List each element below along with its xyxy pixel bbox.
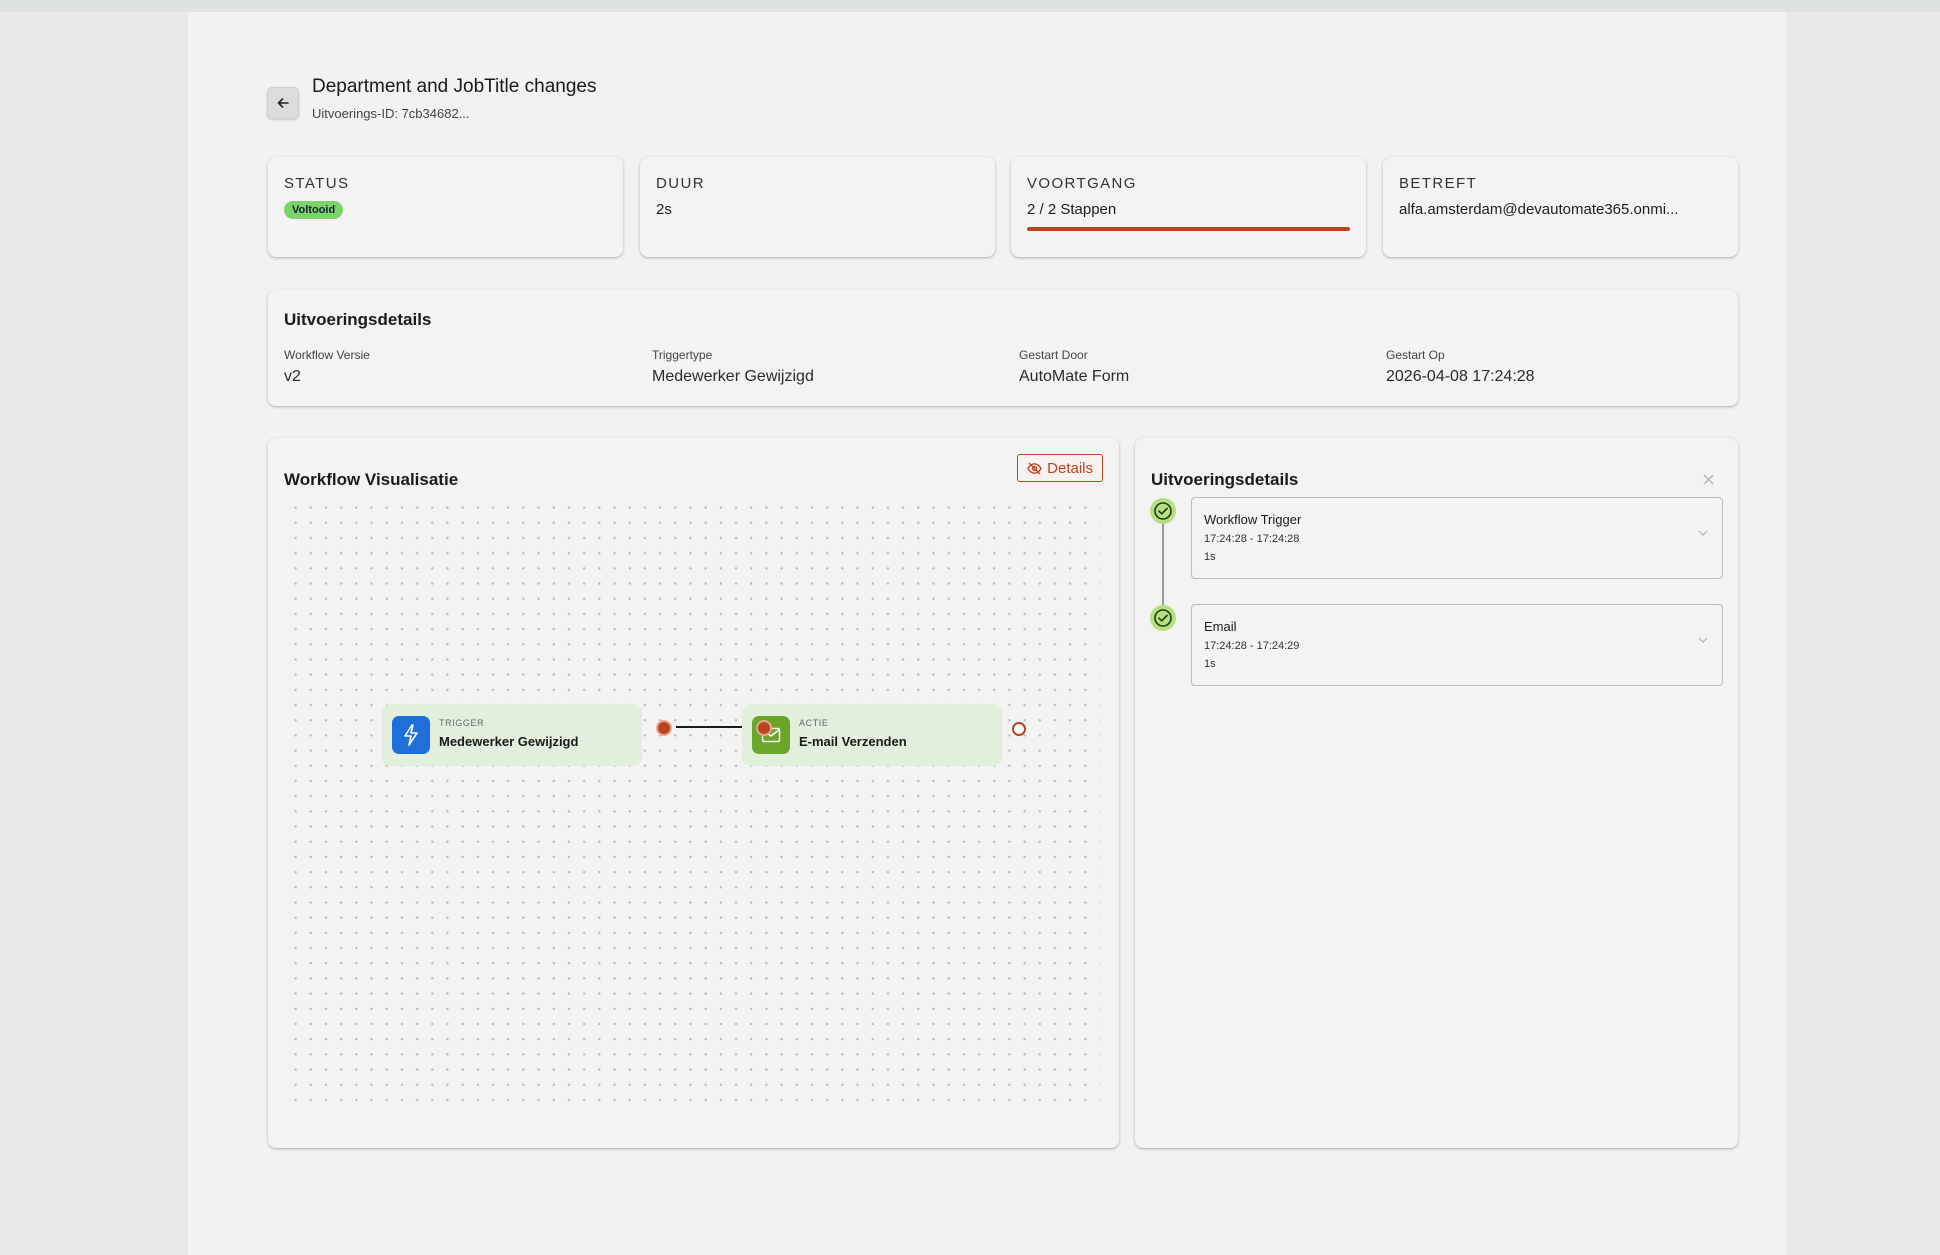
- step-time: 17:24:28 - 17:24:29: [1204, 640, 1300, 652]
- workflow-version-label: Workflow Versie: [284, 348, 370, 362]
- trigger-node-kicker: TRIGGER: [439, 718, 485, 728]
- step-name: Workflow Trigger: [1204, 512, 1302, 527]
- step-name: Email: [1204, 619, 1237, 634]
- workflow-canvas[interactable]: TRIGGER Medewerker Gewijzigd ACTIE E-mai…: [288, 500, 1100, 1102]
- duration-label: DUUR: [656, 175, 705, 192]
- step-card[interactable]: Workflow Trigger 17:24:28 - 17:24:28 1s: [1191, 497, 1723, 579]
- duration-card: DUUR 2s: [640, 157, 995, 257]
- progress-value: 2 / 2 Stappen: [1027, 201, 1117, 218]
- execution-details-title: Uitvoeringsdetails: [284, 310, 432, 329]
- steps-panel: Uitvoeringsdetails Workflow Trigger 17:2…: [1135, 438, 1738, 1148]
- action-output-port[interactable]: [1012, 722, 1026, 736]
- workflow-visualization-card: Workflow Visualisatie Details TRIGGER Me…: [268, 438, 1119, 1148]
- trigger-type-value: Medewerker Gewijzigd: [652, 368, 814, 385]
- chevron-down-icon[interactable]: [1698, 530, 1708, 536]
- progress-card: VOORTGANG 2 / 2 Stappen: [1011, 157, 1366, 257]
- chevron-down-icon[interactable]: [1698, 637, 1708, 643]
- page-title: Department and JobTitle changes: [312, 76, 597, 97]
- step-success-icon: [1150, 498, 1176, 524]
- steps-panel-title: Uitvoeringsdetails: [1151, 470, 1299, 489]
- progress-label: VOORTGANG: [1027, 175, 1137, 192]
- started-by-label: Gestart Door: [1019, 348, 1088, 362]
- action-node[interactable]: ACTIE E-mail Verzenden: [742, 704, 1002, 766]
- trigger-node-name: Medewerker Gewijzigd: [439, 734, 579, 749]
- step-time: 17:24:28 - 17:24:28: [1204, 533, 1300, 545]
- top-bar: [0, 0, 1940, 12]
- mail-icon: [752, 716, 790, 754]
- execution-page: Department and JobTitle changes Uitvoeri…: [188, 12, 1786, 1255]
- progress-bar-fill: [1027, 227, 1350, 231]
- started-at-value: 2026-04-08 17:24:28: [1386, 368, 1535, 385]
- subject-value: alfa.amsterdam@devautomate365.onmi...: [1399, 201, 1679, 218]
- trigger-node[interactable]: TRIGGER Medewerker Gewijzigd: [382, 704, 642, 766]
- status-label: STATUS: [284, 175, 350, 192]
- subject-label: BETREFT: [1399, 175, 1478, 192]
- close-icon[interactable]: [1703, 474, 1714, 485]
- action-input-port[interactable]: [758, 722, 770, 734]
- trigger-type-label: Triggertype: [652, 348, 713, 362]
- action-node-kicker: ACTIE: [799, 718, 829, 728]
- step-success-icon: [1150, 605, 1176, 631]
- toggle-details-button[interactable]: Details: [1017, 454, 1103, 482]
- progress-bar: [1027, 227, 1350, 231]
- started-at-label: Gestart Op: [1386, 348, 1445, 362]
- duration-value: 2s: [656, 201, 672, 218]
- started-by-value: AutoMate Form: [1019, 368, 1130, 385]
- workflow-version-value: v2: [284, 368, 301, 385]
- action-node-name: E-mail Verzenden: [799, 734, 907, 749]
- toggle-details-label: Details: [1047, 459, 1093, 477]
- step-duration: 1s: [1204, 658, 1216, 670]
- back-button[interactable]: [267, 87, 299, 119]
- eye-off-icon: [1027, 461, 1042, 475]
- connection-edge: [676, 726, 764, 728]
- arrow-left-icon: [277, 98, 289, 108]
- lightning-icon: [392, 716, 430, 754]
- step-card[interactable]: Email 17:24:28 - 17:24:29 1s: [1191, 604, 1723, 686]
- execution-details-card: Uitvoeringsdetails Workflow Versie v2 Tr…: [268, 290, 1738, 406]
- workflow-visualization-title: Workflow Visualisatie: [284, 470, 459, 489]
- trigger-output-port[interactable]: [658, 722, 670, 734]
- execution-id: Uitvoerings-ID: 7cb34682...: [312, 106, 470, 121]
- status-badge: Voltooid: [284, 201, 344, 219]
- status-card: STATUS Voltooid: [268, 157, 623, 257]
- subject-card: BETREFT alfa.amsterdam@devautomate365.on…: [1383, 157, 1738, 257]
- step-duration: 1s: [1204, 551, 1216, 563]
